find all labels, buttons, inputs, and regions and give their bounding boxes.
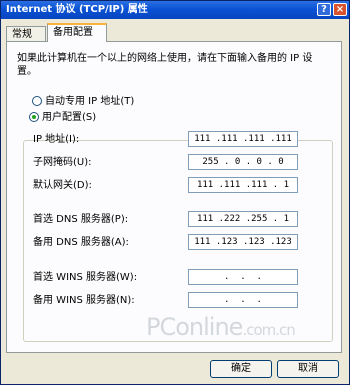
- preferred-wins-field[interactable]: . . .: [188, 269, 298, 285]
- alternate-wins-label: 备用 WINS 服务器(N):: [33, 295, 135, 306]
- window-title: Internet 协议 (TCP/IP) 属性: [6, 4, 148, 15]
- tab-panel: 如果此计算机在一个以上的网络上使用，请在下面输入备用的 IP 设置。 自动专用 …: [6, 41, 342, 353]
- preferred-wins-label: 首选 WINS 服务器(W):: [33, 272, 138, 283]
- pconline-watermark: PConline.com.cn: [146, 313, 296, 341]
- description-text: 如果此计算机在一个以上的网络上使用，请在下面输入备用的 IP 设置。: [17, 53, 313, 77]
- preferred-dns-label: 首选 DNS 服务器(P):: [33, 214, 129, 225]
- alternate-wins-field[interactable]: . . .: [188, 292, 298, 308]
- title-bar[interactable]: Internet 协议 (TCP/IP) 属性 ? ×: [1, 1, 349, 19]
- auto-ip-label: 自动专用 IP 地址(T): [45, 96, 135, 107]
- auto-ip-option[interactable]: 自动专用 IP 地址(T): [32, 96, 134, 108]
- ok-button[interactable]: 确定: [210, 360, 272, 378]
- close-button[interactable]: ×: [333, 3, 347, 16]
- user-config-label: 用户配置(S): [42, 112, 97, 123]
- subnet-mask-field[interactable]: 255 . 0 . 0 . 0: [188, 154, 298, 170]
- tab-general[interactable]: 常规: [6, 26, 46, 41]
- alternate-dns-field[interactable]: 111 .123 .123 .123: [188, 234, 298, 250]
- ip-address-field[interactable]: 111 .111 .111 .111: [188, 131, 298, 147]
- help-button[interactable]: ?: [317, 3, 331, 16]
- watermark-main: PConline: [146, 313, 243, 341]
- cancel-button[interactable]: 取消: [277, 360, 339, 378]
- alternate-dns-label: 备用 DNS 服务器(A):: [33, 237, 129, 248]
- tab-alternate-config[interactable]: 备用配置: [47, 23, 107, 42]
- watermark-suffix: .com.cn: [242, 321, 295, 339]
- default-gateway-label: 默认网关(D):: [33, 180, 92, 191]
- radio-user-config[interactable]: [29, 112, 39, 122]
- user-config-option[interactable]: 用户配置(S): [27, 112, 99, 124]
- ip-address-label: IP 地址(I):: [33, 134, 80, 145]
- radio-auto-ip[interactable]: [32, 96, 42, 106]
- subnet-mask-label: 子网掩码(U):: [33, 157, 92, 168]
- properties-dialog: Internet 协议 (TCP/IP) 属性 ? × 常规 备用配置 如果此计…: [0, 0, 350, 385]
- default-gateway-field[interactable]: 111 .111 .111 . 1: [188, 177, 298, 193]
- preferred-dns-field[interactable]: 111 .222 .255 . 1: [188, 211, 298, 227]
